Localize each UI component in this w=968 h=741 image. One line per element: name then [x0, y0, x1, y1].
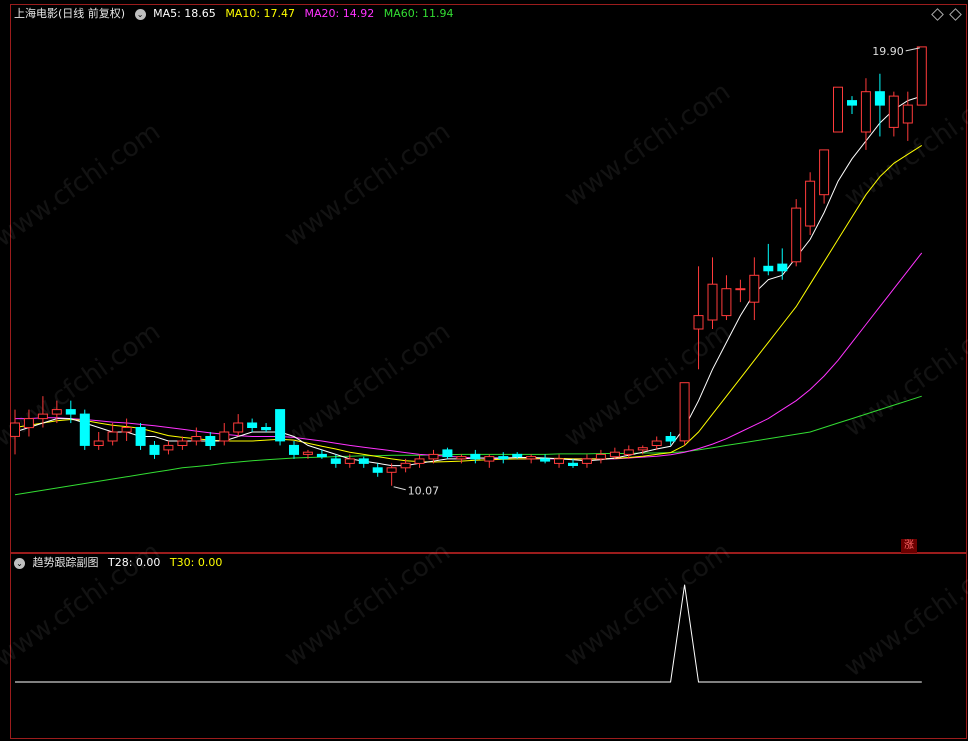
candle-body [289, 444, 299, 455]
candle-body [888, 95, 899, 128]
candle-body [721, 288, 732, 317]
candle-body [665, 436, 676, 442]
candle-body [428, 453, 439, 460]
candle-body [261, 427, 272, 431]
candle-body [526, 456, 537, 460]
candle-body [791, 207, 802, 263]
chart-canvas: 19.90 10.07 [10, 45, 927, 683]
candle-body [51, 409, 62, 415]
candle-body [833, 86, 843, 133]
candle-body [540, 458, 551, 462]
candle-body [302, 451, 313, 455]
candle-body [651, 440, 662, 446]
candle-body [637, 447, 648, 451]
candle-body [233, 422, 244, 433]
candle-body [595, 453, 606, 460]
candle-body [400, 462, 411, 469]
candle-body [581, 458, 592, 464]
low-price-label: 10.07 [408, 485, 440, 498]
candle-body [442, 449, 453, 458]
candle-body [749, 274, 760, 303]
low-pointer [393, 486, 406, 491]
candle-body [735, 288, 746, 291]
candle-body [777, 263, 788, 272]
candle-body [847, 100, 857, 106]
candle-body [107, 431, 118, 442]
candle-body [191, 436, 202, 442]
candle-body [247, 422, 258, 428]
candle-body [874, 91, 885, 106]
candle-body [470, 453, 481, 460]
candle-body [763, 265, 774, 272]
candle-body [693, 315, 704, 330]
candle-body [135, 427, 146, 446]
candle-body [568, 462, 578, 466]
candle-body [344, 458, 355, 464]
high-price-label: 19.90 [872, 45, 904, 58]
candle-body [316, 453, 327, 458]
t28-line [15, 584, 922, 683]
candle-body [609, 451, 620, 458]
candle-body [358, 458, 369, 464]
ma20-line [15, 252, 923, 460]
candle-body [819, 149, 830, 196]
candle-body [414, 458, 425, 464]
candle-body [707, 283, 718, 321]
candle-body [386, 467, 397, 473]
candle-body [916, 46, 927, 106]
candle-body [456, 456, 467, 460]
candle-body [330, 458, 341, 464]
candle-body [93, 440, 104, 446]
candle-body [679, 382, 690, 442]
candle-body [37, 413, 48, 420]
candle-body [372, 467, 383, 473]
candle-body [805, 180, 816, 227]
candle-body [623, 449, 634, 455]
candle-body [275, 409, 286, 442]
candle-body [79, 413, 90, 446]
candle-body [205, 436, 216, 446]
candle-body [149, 444, 160, 455]
candle-body [484, 456, 495, 462]
candle-body [65, 409, 76, 415]
candle-body [10, 422, 20, 437]
candle-body [23, 418, 34, 429]
candle-body [512, 453, 523, 458]
candle-body [121, 427, 132, 433]
candle-body [177, 440, 188, 446]
candle-body [498, 456, 509, 460]
candle-body [902, 104, 913, 124]
candle-body [554, 458, 564, 464]
candle-body [163, 444, 174, 451]
ma10-line [14, 144, 923, 463]
ma5-line [14, 95, 922, 467]
candle-body [860, 91, 871, 133]
candle-body [219, 431, 230, 442]
